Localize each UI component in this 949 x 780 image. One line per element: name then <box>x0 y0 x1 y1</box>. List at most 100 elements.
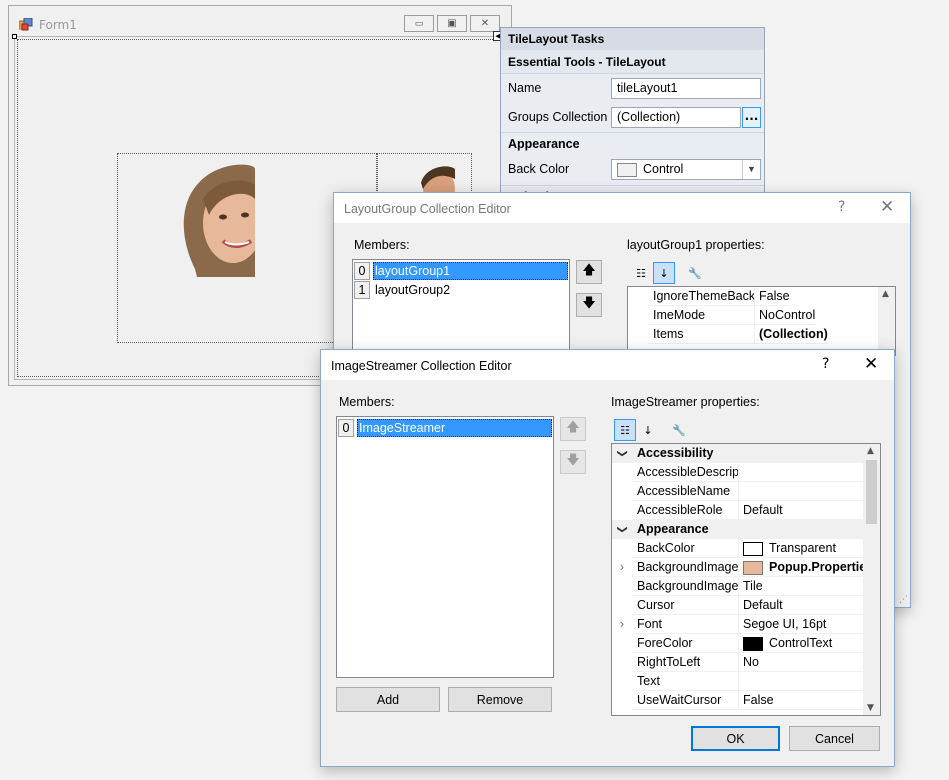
property-row[interactable]: RightToLeft No <box>612 653 865 672</box>
expand-icon[interactable]: › <box>612 615 632 634</box>
tasks-subheader: Essential Tools - TileLayout <box>501 50 764 74</box>
imagestreamer-members-list[interactable]: 0 ImageStreamer <box>336 416 554 678</box>
property-grid-scrollbar[interactable]: ▲ ▼ <box>863 444 880 715</box>
alphabetical-view-icon[interactable]: ↓ <box>653 262 675 284</box>
tilelayout-tasks-panel: TileLayout Tasks Essential Tools - TileL… <box>500 27 765 198</box>
property-row[interactable]: Text <box>612 672 865 691</box>
property-value-text: Default <box>743 598 783 612</box>
imagestreamer-property-grid[interactable]: ❯ Accessibility AccessibleDescript Accessib… <box>611 443 881 716</box>
list-item[interactable]: 0 ImageStreamer <box>338 419 552 437</box>
property-row[interactable]: › Font Segoe UI, 16pt <box>612 615 865 634</box>
property-name: BackColor <box>632 539 738 558</box>
minimize-button[interactable]: ▭ <box>404 15 434 32</box>
property-name: AccessibleDescript <box>632 463 738 482</box>
portrait-image-1 <box>183 164 255 277</box>
close-icon[interactable]: ✕ <box>880 197 894 217</box>
members-label: Members: <box>354 238 410 252</box>
arrow-down-icon: 🡇 <box>566 453 580 468</box>
categorized-view-icon[interactable]: ☷ <box>614 419 636 441</box>
expand-icon <box>612 539 632 558</box>
property-row[interactable]: BackColor Transparent <box>612 539 865 558</box>
list-item[interactable]: 0 layoutGroup1 <box>354 262 568 280</box>
property-name: AccessibleRole <box>632 501 738 520</box>
scrollbar-thumb[interactable] <box>866 460 877 524</box>
move-up-button[interactable]: 🡅 <box>576 260 602 284</box>
arrow-up-icon: 🡅 <box>566 420 580 435</box>
backcolor-value: Control <box>643 162 684 176</box>
backcolor-dropdown[interactable]: Control ▼ <box>611 159 761 180</box>
cancel-button[interactable]: Cancel <box>789 726 880 751</box>
property-name: Accessibility <box>637 446 714 460</box>
property-value[interactable]: ControlText <box>738 634 865 653</box>
layoutgroup-members-list[interactable]: 0 layoutGroup1 1 layoutGroup2 <box>352 259 570 351</box>
property-value[interactable]: Popup.Properties <box>738 558 865 577</box>
expand-icon <box>612 634 632 653</box>
expand-icon[interactable]: › <box>612 558 632 577</box>
form1-titlebar: Form1 ▭ ▣ ✕ <box>9 6 511 36</box>
property-value[interactable] <box>738 482 865 501</box>
chevron-down-icon[interactable]: ❯ <box>613 444 632 464</box>
property-value[interactable]: Tile <box>738 577 865 596</box>
property-category-row[interactable]: ❯ Appearance <box>612 520 865 539</box>
property-value-text: Transparent <box>769 541 836 555</box>
property-value[interactable]: Segoe UI, 16pt <box>738 615 865 634</box>
tasks-header: TileLayout Tasks <box>501 28 764 50</box>
property-value[interactable]: False <box>738 691 865 710</box>
property-category-row[interactable]: ❯ Accessibility <box>612 444 865 463</box>
property-value[interactable]: Default <box>738 501 865 520</box>
form1-title: Form1 <box>39 18 77 32</box>
selection-handle[interactable] <box>12 34 17 39</box>
backcolor-label: Back Color <box>508 162 570 176</box>
help-icon[interactable]: ? <box>838 199 845 215</box>
groups-ellipsis-button[interactable]: ... <box>742 107 761 128</box>
list-item[interactable]: 1 layoutGroup2 <box>354 281 568 299</box>
property-name: UseWaitCursor <box>632 691 738 710</box>
property-value[interactable] <box>738 463 865 482</box>
close-icon[interactable]: ✕ <box>864 354 878 374</box>
property-grid-scrollbar[interactable]: ▲ <box>878 287 895 355</box>
property-value[interactable] <box>738 672 865 691</box>
alphabetical-view-icon[interactable]: ↓ <box>637 419 659 441</box>
property-row[interactable]: AccessibleName <box>612 482 865 501</box>
layoutgroup-editor-titlebar: LayoutGroup Collection Editor ? ✕ <box>334 193 910 223</box>
help-icon[interactable]: ? <box>822 356 829 372</box>
property-row[interactable]: AccessibleDescript <box>612 463 865 482</box>
name-field[interactable]: tileLayout1 <box>611 78 761 99</box>
move-down-button[interactable]: 🡇 <box>576 293 602 317</box>
chevron-down-icon[interactable]: ▼ <box>742 160 760 179</box>
resize-grip[interactable]: ⋰ <box>899 595 908 605</box>
expand-icon <box>612 482 632 501</box>
image-thumbnail-icon <box>743 560 763 575</box>
ok-button[interactable]: OK <box>691 726 780 751</box>
properties-label: layoutGroup1 properties: <box>627 238 765 252</box>
property-row[interactable]: ForeColor ControlText <box>612 634 865 653</box>
property-row[interactable]: Cursor Default <box>612 596 865 615</box>
maximize-button[interactable]: ▣ <box>437 15 467 32</box>
imagestreamer-editor-title: ImageStreamer Collection Editor <box>331 359 512 373</box>
chevron-down-icon[interactable]: ❯ <box>613 520 632 540</box>
arrow-up-icon: 🡅 <box>582 263 596 278</box>
add-button[interactable]: Add <box>336 687 440 712</box>
property-value[interactable]: No <box>738 653 865 672</box>
remove-button[interactable]: Remove <box>448 687 552 712</box>
move-down-button[interactable]: 🡇 <box>560 450 586 474</box>
property-value[interactable]: Transparent <box>738 539 865 558</box>
close-button[interactable]: ✕ <box>470 15 500 32</box>
property-name: ForeColor <box>632 634 738 653</box>
property-row[interactable]: UseWaitCursor False <box>612 691 865 710</box>
groups-collection-field[interactable]: (Collection) <box>611 107 741 128</box>
property-row[interactable]: BackgroundImageL Tile <box>612 577 865 596</box>
property-name: Text <box>632 672 738 691</box>
property-value-text: No <box>743 655 759 669</box>
property-pages-icon[interactable]: 🔧 <box>668 419 690 441</box>
categorized-view-icon[interactable]: ☷ <box>630 262 652 284</box>
properties-label: ImageStreamer properties: <box>611 395 760 409</box>
expand-icon <box>612 653 632 672</box>
property-row[interactable]: › BackgroundImage Popup.Properties <box>612 558 865 577</box>
property-row[interactable]: AccessibleRole Default <box>612 501 865 520</box>
property-pages-icon[interactable]: 🔧 <box>684 262 706 284</box>
maximize-icon: ▣ <box>447 18 457 29</box>
layoutgroup-property-grid[interactable]: IgnoreThemeBackg False ImeMode NoControl I… <box>627 286 896 356</box>
property-value[interactable]: Default <box>738 596 865 615</box>
move-up-button[interactable]: 🡅 <box>560 417 586 441</box>
